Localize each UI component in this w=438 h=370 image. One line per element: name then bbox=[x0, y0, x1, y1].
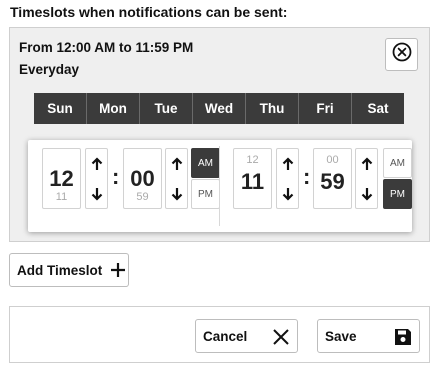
cancel-button[interactable]: Cancel bbox=[195, 319, 298, 353]
start-hour-field[interactable]: 12 11 bbox=[42, 148, 81, 209]
end-minute-down-button[interactable] bbox=[356, 179, 377, 209]
remove-timeslot-button[interactable] bbox=[385, 38, 418, 71]
end-pm-button[interactable]: PM bbox=[383, 179, 412, 209]
day-tue-button[interactable]: Tue bbox=[140, 93, 193, 124]
arrow-down-icon bbox=[91, 188, 102, 201]
end-hour-value: 11 bbox=[240, 169, 265, 194]
start-minute-next: 59 bbox=[136, 191, 149, 203]
end-hour-down-button[interactable] bbox=[277, 179, 298, 209]
timeslot-days: Everyday bbox=[19, 62, 80, 77]
start-minute-value: 00 bbox=[130, 166, 155, 191]
end-minute-field[interactable]: 00 59 bbox=[313, 148, 352, 209]
start-hour-next: 11 bbox=[55, 191, 68, 203]
day-thu-button[interactable]: Thu bbox=[246, 93, 299, 124]
end-minute-spinner bbox=[355, 148, 378, 209]
end-colon: : bbox=[303, 164, 311, 189]
start-minute-down-button[interactable] bbox=[166, 179, 187, 209]
end-hour-field[interactable]: 12 11 bbox=[233, 148, 272, 209]
time-divider bbox=[219, 146, 220, 226]
day-fri-button[interactable]: Fri bbox=[299, 93, 352, 124]
start-minute-spinner bbox=[165, 148, 188, 209]
end-minute-up-button[interactable] bbox=[356, 149, 377, 179]
arrow-up-icon bbox=[171, 157, 182, 170]
day-mon-button[interactable]: Mon bbox=[87, 93, 140, 124]
arrow-up-icon bbox=[361, 157, 372, 170]
end-minute-prev: 00 bbox=[326, 154, 339, 166]
add-timeslot-button[interactable]: Add Timeslot bbox=[9, 253, 129, 287]
end-minute-value: 59 bbox=[320, 169, 345, 194]
start-hour-spinner bbox=[85, 148, 108, 209]
plus-icon bbox=[110, 262, 126, 278]
end-am-button[interactable]: AM bbox=[383, 148, 412, 178]
end-hour-up-button[interactable] bbox=[277, 149, 298, 179]
start-period-toggle: AM PM bbox=[191, 148, 220, 209]
close-icon bbox=[271, 327, 291, 347]
add-timeslot-label: Add Timeslot bbox=[17, 262, 103, 278]
end-hour-prev: 12 bbox=[246, 154, 259, 166]
arrow-down-icon bbox=[282, 188, 293, 201]
start-colon: : bbox=[112, 164, 120, 189]
start-minute-up-button[interactable] bbox=[166, 149, 187, 179]
floppy-disk-icon bbox=[393, 327, 413, 347]
day-sun-button[interactable]: Sun bbox=[34, 93, 87, 124]
arrow-down-icon bbox=[361, 188, 372, 201]
arrow-down-icon bbox=[171, 188, 182, 201]
start-minute-field[interactable]: 00 59 bbox=[123, 148, 162, 209]
save-label: Save bbox=[325, 328, 357, 344]
day-sat-button[interactable]: Sat bbox=[352, 93, 404, 124]
close-circle-icon bbox=[392, 42, 412, 67]
cancel-label: Cancel bbox=[203, 328, 248, 344]
arrow-up-icon bbox=[282, 157, 293, 170]
day-selector: Sun Mon Tue Wed Thu Fri Sat bbox=[34, 93, 404, 124]
end-period-toggle: AM PM bbox=[383, 148, 412, 209]
day-wed-button[interactable]: Wed bbox=[193, 93, 246, 124]
start-hour-value: 12 bbox=[49, 166, 74, 191]
timeslot-card: From 12:00 AM to 11:59 PM Everyday Sun M… bbox=[9, 27, 430, 242]
start-hour-up-button[interactable] bbox=[86, 149, 107, 179]
start-hour-down-button[interactable] bbox=[86, 179, 107, 209]
form-footer: Cancel Save bbox=[9, 306, 430, 363]
section-title: Timeslots when notifications can be sent… bbox=[10, 4, 288, 20]
timeslot-range: From 12:00 AM to 11:59 PM bbox=[19, 40, 194, 55]
start-am-button[interactable]: AM bbox=[191, 148, 220, 178]
arrow-up-icon bbox=[91, 157, 102, 170]
end-hour-spinner bbox=[276, 148, 299, 209]
time-range-panel: 12 11 : 00 59 AM PM 12 11: 00 59 AM PM bbox=[28, 140, 412, 232]
start-pm-button[interactable]: PM bbox=[191, 179, 220, 209]
save-button[interactable]: Save bbox=[317, 319, 420, 353]
